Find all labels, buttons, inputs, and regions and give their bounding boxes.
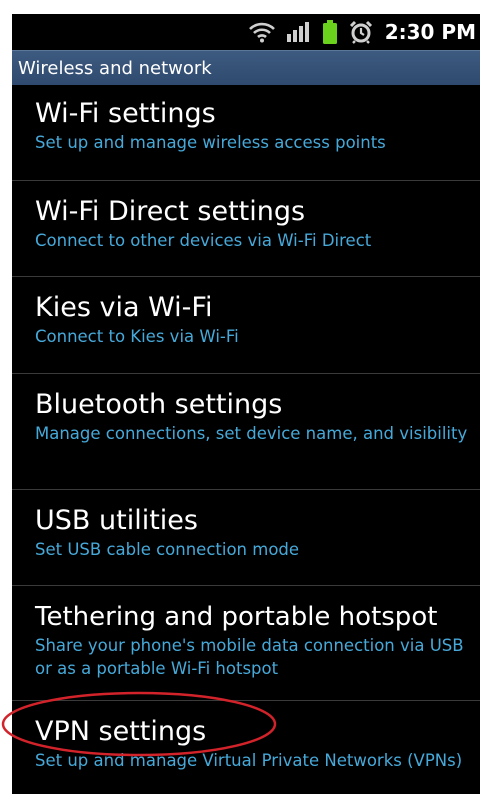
item-subtitle: Manage connections, set device name, and…: [35, 424, 468, 443]
wifi-icon: [248, 21, 275, 43]
status-icons: 2:30 PM: [248, 14, 476, 50]
status-bar: 2:30 PM: [12, 14, 480, 50]
item-subtitle: Set up and manage wireless access points: [35, 133, 386, 152]
battery-icon: [322, 20, 337, 44]
item-subtitle: Set USB cable connection mode: [35, 540, 300, 559]
signal-icon: [286, 22, 311, 42]
list-item-wifi-settings[interactable]: Wi-Fi settings Set up and manage wireles…: [12, 85, 480, 181]
settings-list: Wi-Fi settings Set up and manage wireles…: [12, 85, 480, 794]
item-title: VPN settings: [35, 716, 207, 747]
item-title: Tethering and portable hotspot: [35, 602, 438, 632]
item-title: USB utilities: [35, 505, 198, 536]
item-title: Kies via Wi-Fi: [35, 292, 213, 323]
section-header: Wireless and network: [12, 50, 480, 85]
item-subtitle: Connect to other devices via Wi-Fi Direc…: [35, 231, 372, 250]
list-item-tethering-hotspot[interactable]: Tethering and portable hotspot Share you…: [12, 586, 480, 701]
item-title: Wi-Fi settings: [35, 98, 216, 129]
list-item-vpn-settings[interactable]: VPN settings Set up and manage Virtual P…: [12, 701, 480, 794]
list-item-wifi-direct-settings[interactable]: Wi-Fi Direct settings Connect to other d…: [12, 181, 480, 277]
item-subtitle: Connect to Kies via Wi-Fi: [35, 327, 239, 346]
status-clock: 2:30 PM: [384, 20, 476, 44]
list-item-bluetooth-settings[interactable]: Bluetooth settings Manage connections, s…: [12, 374, 480, 490]
phone-screen: 2:30 PM Wireless and network Wi-Fi setti…: [12, 14, 480, 794]
item-title: Wi-Fi Direct settings: [35, 196, 306, 227]
list-item-kies-via-wifi[interactable]: Kies via Wi-Fi Connect to Kies via Wi-Fi: [12, 277, 480, 374]
item-title: Bluetooth settings: [35, 389, 283, 420]
item-subtitle: Set up and manage Virtual Private Networ…: [35, 751, 463, 770]
alarm-icon: [349, 20, 373, 44]
item-subtitle: Share your phone's mobile data connectio…: [35, 636, 464, 678]
list-item-usb-utilities[interactable]: USB utilities Set USB cable connection m…: [12, 490, 480, 586]
